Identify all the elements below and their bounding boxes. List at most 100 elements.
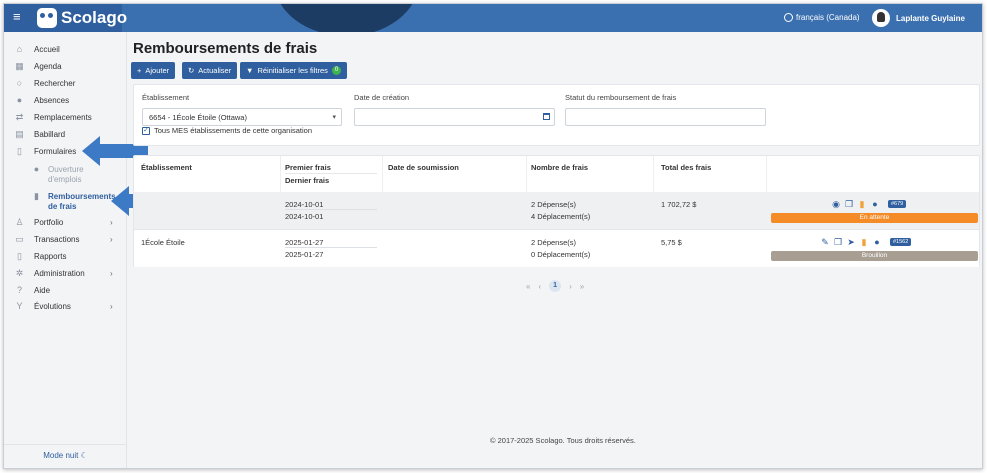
reset-filters-button[interactable]: ▼ Réinitialiser les filtres 0 bbox=[240, 62, 348, 79]
arrow-head bbox=[111, 186, 129, 216]
pager-first[interactable]: « bbox=[526, 282, 530, 291]
header-divider bbox=[285, 173, 377, 174]
row-actions: ◉ ❐ ▮ ● #679 bbox=[831, 199, 907, 209]
report-icon: ▯ bbox=[17, 251, 22, 261]
sidebar-item-evolutions[interactable]: Y Évolutions › bbox=[4, 300, 127, 314]
refresh-button[interactable]: ↻ Actualiser bbox=[182, 62, 238, 79]
pager-next[interactable]: › bbox=[569, 282, 572, 291]
sidebar-item-agenda[interactable]: ▦ Agenda bbox=[4, 60, 127, 74]
header-fee-count[interactable]: Nombre de frais bbox=[531, 163, 588, 172]
sidebar-item-aide[interactable]: ? Aide bbox=[4, 284, 127, 298]
sidebar-item-administration[interactable]: ✲ Administration › bbox=[4, 267, 127, 281]
chevron-right-icon: › bbox=[110, 218, 113, 227]
header-first-fee[interactable]: Premier frais bbox=[285, 163, 331, 172]
cell-divider bbox=[285, 247, 377, 248]
cell-establishment: 1École Étoile bbox=[141, 238, 185, 247]
created-date-input[interactable] bbox=[354, 108, 555, 126]
sidebar: ⌂ Accueil ▦ Agenda ○ Rechercher ● Absenc… bbox=[4, 32, 127, 468]
send-icon[interactable]: ➤ bbox=[846, 237, 856, 247]
header-total[interactable]: Total des frais bbox=[661, 163, 711, 172]
comment-icon[interactable]: ● bbox=[872, 237, 882, 247]
header-decoration bbox=[274, 4, 419, 32]
search-icon: ○ bbox=[16, 78, 23, 88]
table-row[interactable]: 2024-10-01 2024-10-01 2 Dépense(s) 4 Dép… bbox=[134, 192, 979, 229]
cell-last-fee: 2025-01-27 bbox=[285, 250, 324, 259]
calendar-icon: ▦ bbox=[15, 61, 24, 71]
edit-icon[interactable]: ✎ bbox=[820, 237, 830, 247]
page-title: Remboursements de frais bbox=[133, 40, 318, 57]
brand-name: Scolago bbox=[61, 8, 128, 27]
language-selector[interactable]: français (Canada) bbox=[784, 13, 860, 22]
filter-icon: ▼ bbox=[246, 66, 254, 75]
refresh-icon: ↻ bbox=[188, 66, 195, 75]
checkbox[interactable]: ✓ bbox=[142, 126, 150, 135]
cell-first-fee: 2024-10-01 bbox=[285, 200, 324, 209]
pager-prev[interactable]: ‹ bbox=[538, 282, 541, 291]
trash-icon[interactable]: ▮ bbox=[857, 199, 867, 209]
top-bar: ≡ Scolago français (Canada) Laplante Guy… bbox=[4, 4, 982, 32]
sidebar-item-label: Transactions bbox=[34, 235, 80, 244]
sidebar-item-absences[interactable]: ● Absences bbox=[4, 94, 127, 108]
header-last-fee[interactable]: Dernier frais bbox=[285, 176, 329, 185]
user-minus-icon: ● bbox=[16, 95, 23, 105]
trophy-icon: ♙ bbox=[15, 217, 24, 227]
trash-icon[interactable]: ▮ bbox=[859, 237, 869, 247]
user-menu[interactable]: Laplante Guylaine bbox=[872, 9, 965, 27]
status-badge: En attente bbox=[771, 213, 978, 223]
status-select[interactable] bbox=[565, 108, 766, 126]
form-icon: ▯ bbox=[17, 146, 22, 156]
sidebar-item-portfolio[interactable]: ♙ Portfolio › bbox=[4, 216, 127, 230]
help-icon: ? bbox=[16, 285, 22, 295]
chevron-down-icon: ▾ bbox=[332, 114, 336, 121]
filter-count-badge: 0 bbox=[331, 66, 342, 75]
night-mode-toggle[interactable]: Mode nuit ☾ bbox=[4, 451, 127, 460]
sidebar-item-label: Formulaires bbox=[34, 147, 77, 156]
all-establishments-check[interactable]: ✓ Tous MES établissements de cette organ… bbox=[142, 126, 312, 135]
main-content: Remboursements de frais + Ajouter ↻ Actu… bbox=[128, 32, 982, 468]
pager-current-page[interactable]: 1 bbox=[549, 280, 562, 292]
sidebar-item-remboursements[interactable]: ▮ Remboursements de frais bbox=[4, 190, 127, 212]
sidebar-item-ouverture-emplois[interactable]: ● Ouverture d'emplois bbox=[4, 163, 127, 185]
header-establishment[interactable]: Établissement bbox=[141, 163, 192, 172]
sidebar-item-accueil[interactable]: ⌂ Accueil bbox=[4, 43, 127, 57]
establishment-value: 6654 - 1École Étoile (Ottawa) bbox=[149, 113, 247, 122]
cell-divider bbox=[285, 209, 377, 210]
pager-last[interactable]: » bbox=[580, 282, 584, 291]
brand-area: ≡ Scolago bbox=[4, 4, 127, 32]
sidebar-item-label: Rapports bbox=[34, 252, 67, 261]
sidebar-item-label: Administration bbox=[34, 269, 85, 278]
owl-logo-icon bbox=[37, 8, 57, 28]
add-button[interactable]: + Ajouter bbox=[131, 62, 176, 79]
checkbox-label: Tous MES établissements de cette organis… bbox=[154, 126, 313, 135]
establishment-select[interactable]: 6654 - 1École Étoile (Ottawa) ▾ bbox=[142, 108, 342, 126]
calendar-icon[interactable] bbox=[543, 113, 550, 120]
sidebar-item-label: Aide bbox=[34, 286, 51, 295]
copy-icon[interactable]: ❐ bbox=[833, 237, 843, 247]
user-name: Laplante Guylaine bbox=[896, 13, 965, 23]
sidebar-item-babillard[interactable]: ▤ Babillard bbox=[4, 128, 127, 142]
footer-copyright: © 2017-2025 Scolago. Tous droits réservé… bbox=[490, 436, 636, 445]
pagination: « ‹ 1 › » bbox=[526, 280, 584, 292]
sidebar-item-rechercher[interactable]: ○ Rechercher bbox=[4, 77, 127, 91]
sidebar-item-label: Évolutions bbox=[34, 302, 71, 311]
view-icon[interactable]: ◉ bbox=[831, 199, 841, 209]
id-badge: #1562 bbox=[890, 238, 912, 246]
establishment-label: Établissement bbox=[142, 93, 190, 102]
header-submission-date[interactable]: Date de soumission bbox=[388, 163, 459, 172]
sidebar-item-transactions[interactable]: ▭ Transactions › bbox=[4, 233, 127, 247]
sidebar-item-rapports[interactable]: ▯ Rapports bbox=[4, 250, 127, 264]
sprout-icon: Y bbox=[16, 301, 23, 311]
sidebar-item-label: Babillard bbox=[34, 130, 66, 139]
copy-icon[interactable]: ❐ bbox=[844, 199, 854, 209]
cell-expense-count: 2 Dépense(s) bbox=[531, 200, 577, 209]
sidebar-item-remplacements[interactable]: ⇄ Remplacements bbox=[4, 111, 127, 125]
reset-button-label: Réinitialiser les filtres bbox=[257, 66, 328, 75]
board-icon: ▤ bbox=[15, 129, 24, 139]
expenses-table: Établissement Premier frais Dernier frai… bbox=[133, 155, 980, 268]
menu-icon[interactable]: ≡ bbox=[13, 10, 26, 23]
filters-panel: Établissement 6654 - 1École Étoile (Otta… bbox=[133, 84, 980, 146]
plus-icon: + bbox=[137, 66, 142, 75]
comment-icon[interactable]: ● bbox=[870, 199, 880, 209]
sidebar-item-label: Accueil bbox=[34, 45, 60, 54]
table-row[interactable]: 1École Étoile 2025-01-27 2025-01-27 2 Dé… bbox=[134, 229, 979, 267]
